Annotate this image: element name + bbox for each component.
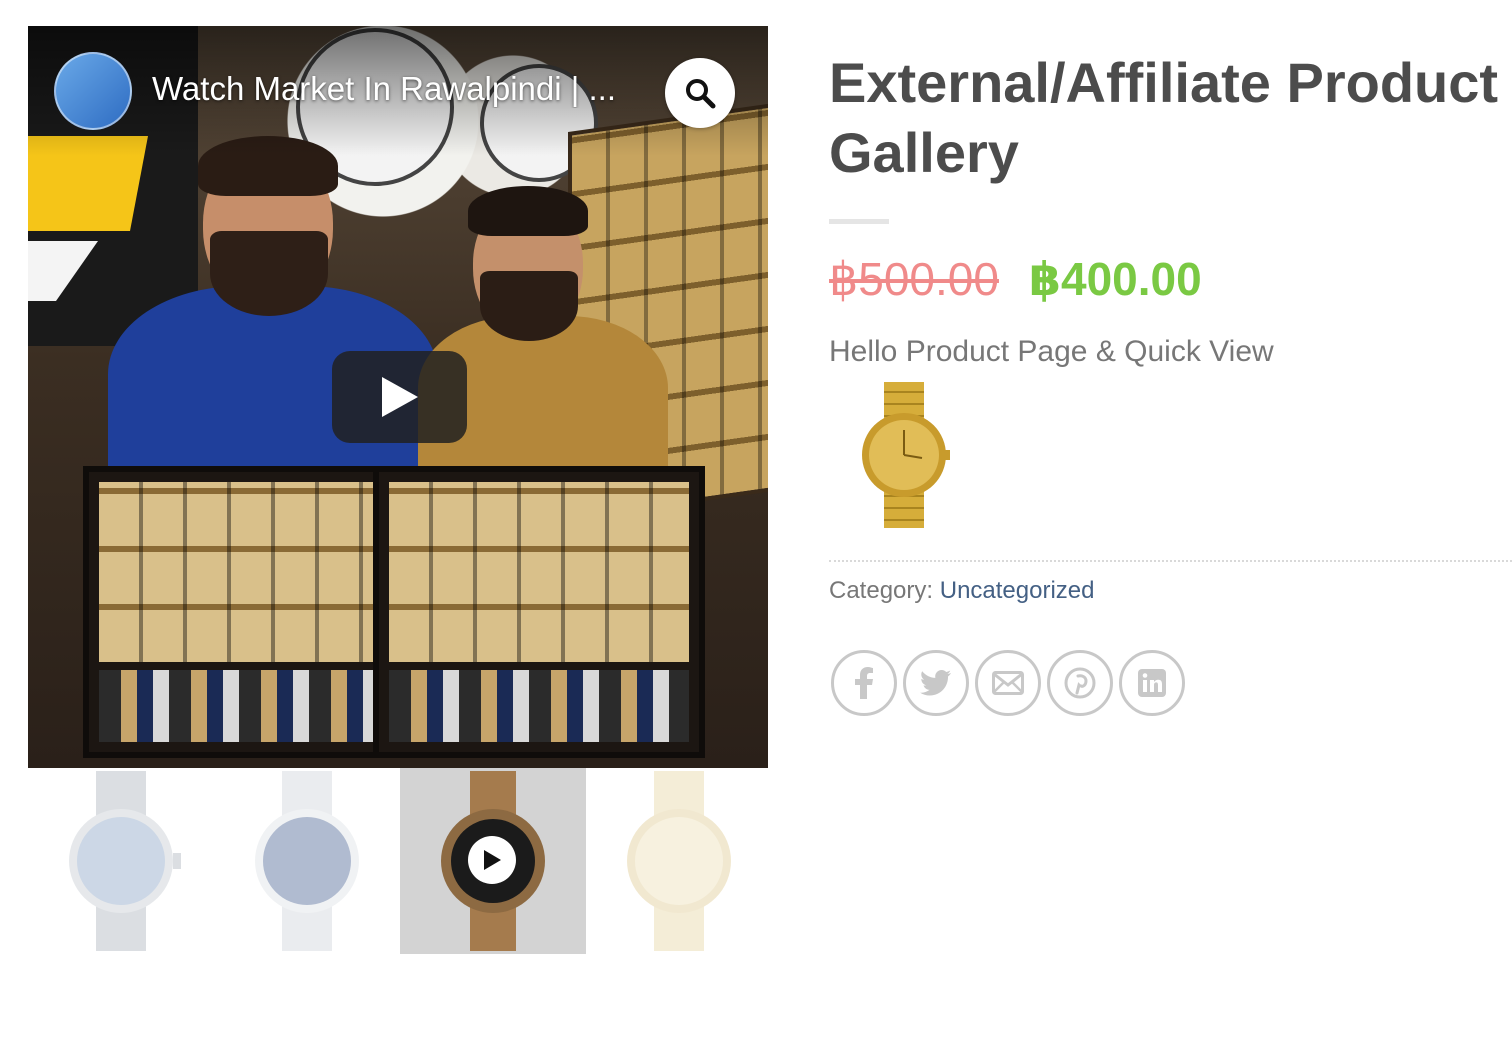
share-facebook-button[interactable] [831, 650, 897, 716]
meta-divider [829, 560, 1512, 562]
gallery-thumbnail-active[interactable] [400, 768, 586, 954]
product-meta: Category: Uncategorized [829, 577, 1095, 605]
email-icon [992, 671, 1024, 695]
share-icons [831, 650, 1185, 716]
category-label: Category: [829, 577, 934, 604]
blue-dial-steel-watch-image [255, 771, 359, 951]
video-play-button[interactable] [332, 351, 467, 443]
person-beard [480, 271, 578, 341]
silver-chronograph-watch-image [69, 771, 181, 951]
zoom-button[interactable] [665, 58, 735, 128]
play-icon [381, 377, 418, 417]
product-video[interactable]: Watch Market In Rawalpindi | ... [28, 26, 768, 768]
watch-box [83, 466, 395, 758]
regular-price: ฿500.00 [829, 253, 999, 305]
gallery-thumbnail[interactable] [214, 768, 400, 954]
product-title: External/Affiliate Product Gallery [829, 51, 1499, 184]
pinterest-icon [1064, 667, 1096, 699]
video-title[interactable]: Watch Market In Rawalpindi | ... [152, 70, 652, 108]
linkedin-icon [1138, 669, 1166, 697]
facebook-icon [855, 667, 873, 699]
person-hair [468, 186, 588, 236]
watch-box [373, 466, 705, 758]
channel-avatar[interactable] [54, 52, 132, 130]
title-divider [829, 219, 889, 224]
share-twitter-button[interactable] [903, 650, 969, 716]
gallery-thumbnail[interactable] [586, 768, 772, 954]
thumbnail-play-button[interactable] [468, 836, 516, 884]
category-link[interactable]: Uncategorized [940, 577, 1095, 604]
play-icon [484, 850, 501, 870]
gallery-thumbnails [28, 768, 772, 954]
short-description: Hello Product Page & Quick View [829, 335, 1274, 368]
gold-minimal-watch-image [627, 771, 731, 951]
sale-price: ฿400.00 [1029, 253, 1202, 305]
gold-watch-image [862, 382, 950, 528]
person-beard [210, 231, 328, 316]
share-email-button[interactable] [975, 650, 1041, 716]
gallery-thumbnail[interactable] [28, 768, 214, 954]
share-linkedin-button[interactable] [1119, 650, 1185, 716]
twitter-icon [920, 670, 951, 696]
magnifier-icon [686, 79, 716, 109]
share-pinterest-button[interactable] [1047, 650, 1113, 716]
